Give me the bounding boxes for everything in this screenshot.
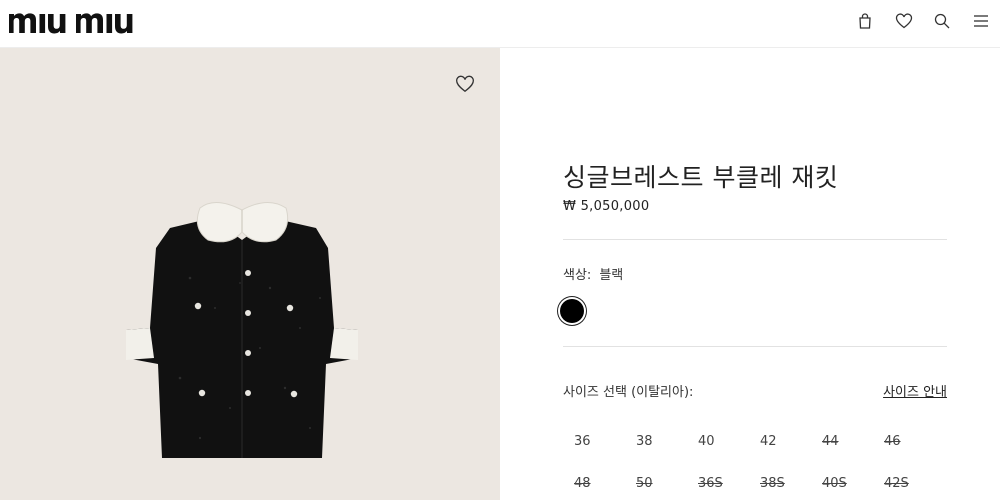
size-option-38s[interactable]: 38S <box>749 476 811 491</box>
divider <box>563 239 947 240</box>
size-option-36[interactable]: 36 <box>563 434 625 449</box>
search-button[interactable] <box>931 10 953 32</box>
heart-icon <box>895 13 913 29</box>
product-title: 싱글브레스트 부클레 재킷 <box>563 163 839 192</box>
size-option-48[interactable]: 48 <box>563 476 625 491</box>
brand-logo[interactable] <box>9 6 154 36</box>
site-header <box>0 0 1000 48</box>
search-icon <box>934 13 950 29</box>
size-option-46[interactable]: 46 <box>873 434 935 449</box>
size-option-44[interactable]: 44 <box>811 434 873 449</box>
size-row: 36 38 40 42 44 46 <box>563 420 947 462</box>
miu-miu-logo-icon <box>9 13 133 34</box>
size-option-50[interactable]: 50 <box>625 476 687 491</box>
color-label: 색상: <box>563 268 592 283</box>
size-option-42s[interactable]: 42S <box>873 476 935 491</box>
shopping-bag-button[interactable] <box>854 10 876 32</box>
heart-icon <box>455 75 475 93</box>
size-option-36s[interactable]: 36S <box>687 476 749 491</box>
color-value: 블랙 <box>599 268 624 283</box>
size-options: 36 38 40 42 44 46 48 50 36S 38S 40S 42S <box>563 420 947 500</box>
product-price: ₩ 5,050,000 <box>563 199 650 214</box>
size-option-38[interactable]: 38 <box>625 434 687 449</box>
color-swatch-black[interactable] <box>560 299 584 323</box>
divider <box>563 346 947 347</box>
size-guide-link[interactable]: 사이즈 안내 <box>883 381 947 400</box>
product-image-jacket <box>126 202 358 458</box>
size-select-label: 사이즈 선택 (이탈리아): <box>563 385 694 400</box>
size-option-40[interactable]: 40 <box>687 434 749 449</box>
product-image-panel[interactable] <box>0 48 500 500</box>
wishlist-button[interactable] <box>893 10 915 32</box>
size-option-42[interactable]: 42 <box>749 434 811 449</box>
menu-icon <box>974 15 988 27</box>
menu-button[interactable] <box>970 10 992 32</box>
add-to-wishlist-button[interactable] <box>453 72 477 96</box>
size-option-40s[interactable]: 40S <box>811 476 873 491</box>
color-info: 색상: 블랙 <box>563 264 623 283</box>
size-row: 48 50 36S 38S 40S 42S <box>563 462 947 500</box>
product-details: 싱글브레스트 부클레 재킷 ₩ 5,050,000 색상: 블랙 사이즈 선택 (… <box>560 48 947 500</box>
bag-icon <box>859 13 871 29</box>
